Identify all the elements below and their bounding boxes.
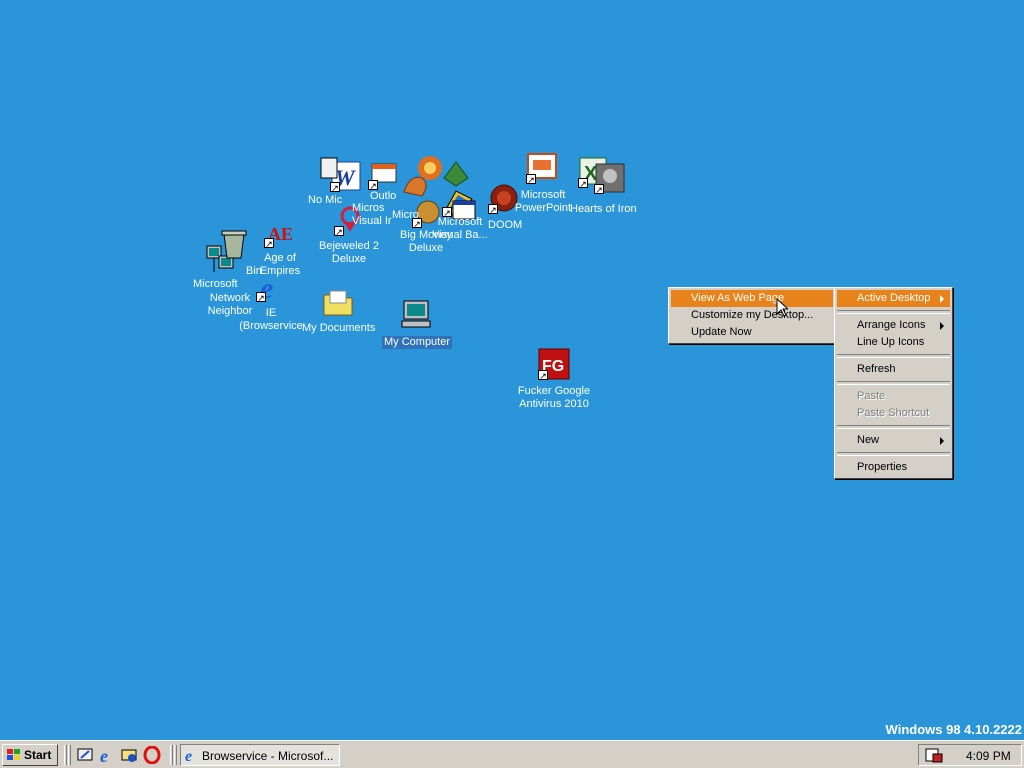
refresh-item[interactable]: Refresh	[837, 361, 950, 378]
view-as-web-page-label: View As Web Page	[691, 292, 785, 304]
menu-separator	[837, 354, 950, 358]
start-button[interactable]: Start	[2, 744, 58, 766]
submenu-arrow-icon	[940, 295, 944, 303]
microsoft-small-label: Microsoft	[193, 278, 238, 290]
shortcut-arrow-icon: ↗	[578, 178, 588, 189]
recycle-bin-icon[interactable]	[218, 228, 250, 260]
show-desktop-icon[interactable]	[76, 746, 94, 764]
toolbar-grip[interactable]	[68, 745, 71, 765]
overlap-label-2: Micros	[352, 202, 385, 214]
system-tray: 4:09 PM	[918, 744, 1022, 766]
shortcut-arrow-icon: ↗	[594, 184, 604, 195]
new-label: New	[857, 434, 880, 446]
customize-desktop-item[interactable]: Customize my Desktop...	[671, 307, 833, 324]
windows-version-text: Windows 98 4.10.2222	[885, 722, 1022, 737]
overlap-label-3: Outlo	[370, 190, 397, 202]
browservice-task-button[interactable]: e Browservice - Microsof...	[180, 744, 340, 766]
submenu-arrow-icon	[940, 322, 944, 330]
view-as-web-page-item[interactable]: View As Web Page	[671, 290, 833, 307]
powerpoint-label: Microsoft PowerPoint	[514, 189, 572, 214]
shortcut-arrow-icon: ↗	[538, 370, 548, 381]
start-label: Start	[24, 748, 52, 762]
svg-text:e: e	[185, 748, 192, 763]
my-computer-icon[interactable]	[400, 298, 432, 330]
shortcut-arrow-icon: ↗	[526, 174, 536, 185]
update-now-item[interactable]: Update Now	[671, 324, 833, 341]
clock[interactable]: 4:09 PM	[966, 749, 1011, 763]
paste-label: Paste	[857, 390, 886, 402]
paste-shortcut-label: Paste Shortcut	[857, 407, 930, 419]
windows-logo-icon	[7, 749, 20, 760]
desktop[interactable]: Microsoft Network Neighbor Bin AE ↗ Age …	[0, 0, 1024, 740]
overlap-label-1: No Mic	[308, 194, 343, 206]
overlap-label-5: Micro	[392, 209, 419, 221]
menu-separator	[837, 310, 950, 314]
my-documents-label: My Documents	[302, 322, 376, 334]
internet-explorer-label: IE (Browservice	[239, 307, 303, 332]
menu-separator	[837, 381, 950, 385]
scheduler-tray-icon[interactable]	[925, 747, 943, 763]
submenu-arrow-icon	[940, 437, 944, 445]
internet-explorer-quicklaunch-icon[interactable]: e	[98, 746, 116, 764]
menu-separator	[837, 425, 950, 429]
svg-text:e: e	[100, 746, 108, 764]
shortcut-arrow-icon: ↗	[488, 204, 498, 215]
shortcut-arrow-icon: ↗	[256, 292, 266, 303]
ie-task-icon: e	[185, 748, 192, 763]
my-computer-label: My Computer	[382, 336, 453, 349]
browservice-task-label: Browservice - Microsof...	[202, 749, 334, 763]
age-of-empires-icon[interactable]: AE ↗	[264, 216, 296, 249]
fucker-google-antivirus-label: Fucker Google Antivirus 2010	[517, 385, 591, 410]
hearts-of-iron-label: Hearts of Iron	[570, 203, 637, 215]
outlook-express-icon[interactable]	[120, 746, 138, 764]
visual-basic-label: Microsoft Visual Ba...	[432, 216, 488, 241]
arrange-icons-item[interactable]: Arrange Icons	[837, 317, 950, 334]
mouse-cursor-icon	[776, 298, 788, 317]
properties-item[interactable]: Properties	[837, 459, 950, 476]
customize-desktop-label: Customize my Desktop...	[691, 309, 814, 321]
overlap-label-4: Visual Ir	[352, 215, 392, 227]
active-desktop-item[interactable]: Active Desktop	[837, 290, 950, 307]
shortcut-arrow-icon: ↗	[368, 180, 378, 191]
my-documents-icon[interactable]	[322, 287, 354, 319]
outlook-icon[interactable]: ↗	[368, 158, 400, 191]
bejeweled-label: Bejeweled 2 Deluxe	[319, 240, 379, 265]
fucker-google-antivirus-icon[interactable]: FG ↗	[538, 348, 570, 381]
toolbar-grip[interactable]	[170, 745, 173, 765]
toolbar-grip[interactable]	[174, 745, 177, 765]
arrange-icons-label: Arrange Icons	[857, 319, 926, 331]
toolbar-grip[interactable]	[64, 745, 67, 765]
desktop-context-menu: Active Desktop Arrange Icons Line Up Ico…	[834, 287, 953, 479]
internet-explorer-icon[interactable]: e ↗	[256, 270, 288, 305]
menu-separator	[837, 452, 950, 456]
shortcut-arrow-icon: ↗	[264, 238, 274, 249]
line-up-icons-label: Line Up Icons	[857, 336, 925, 348]
powerpoint-icon[interactable]: ↗	[526, 152, 558, 185]
doom-label: DOOM	[488, 219, 523, 231]
new-item[interactable]: New	[837, 432, 950, 449]
line-up-icons-item[interactable]: Line Up Icons	[837, 334, 950, 351]
properties-label: Properties	[857, 461, 908, 473]
active-desktop-label: Active Desktop	[857, 292, 931, 304]
active-desktop-submenu: View As Web Page Customize my Desktop...…	[668, 287, 836, 344]
refresh-label: Refresh	[857, 363, 896, 375]
shortcut-arrow-icon: ↗	[334, 226, 344, 237]
notepad-icon[interactable]	[320, 157, 352, 189]
paste-shortcut-item: Paste Shortcut	[837, 405, 950, 422]
update-now-label: Update Now	[691, 326, 752, 338]
taskbar: Start e e Browservice - Microsof... 4:09…	[0, 740, 1024, 768]
opera-icon[interactable]	[143, 746, 161, 764]
paste-item: Paste	[837, 388, 950, 405]
hearts-of-iron-icon[interactable]: ↗	[594, 162, 626, 195]
